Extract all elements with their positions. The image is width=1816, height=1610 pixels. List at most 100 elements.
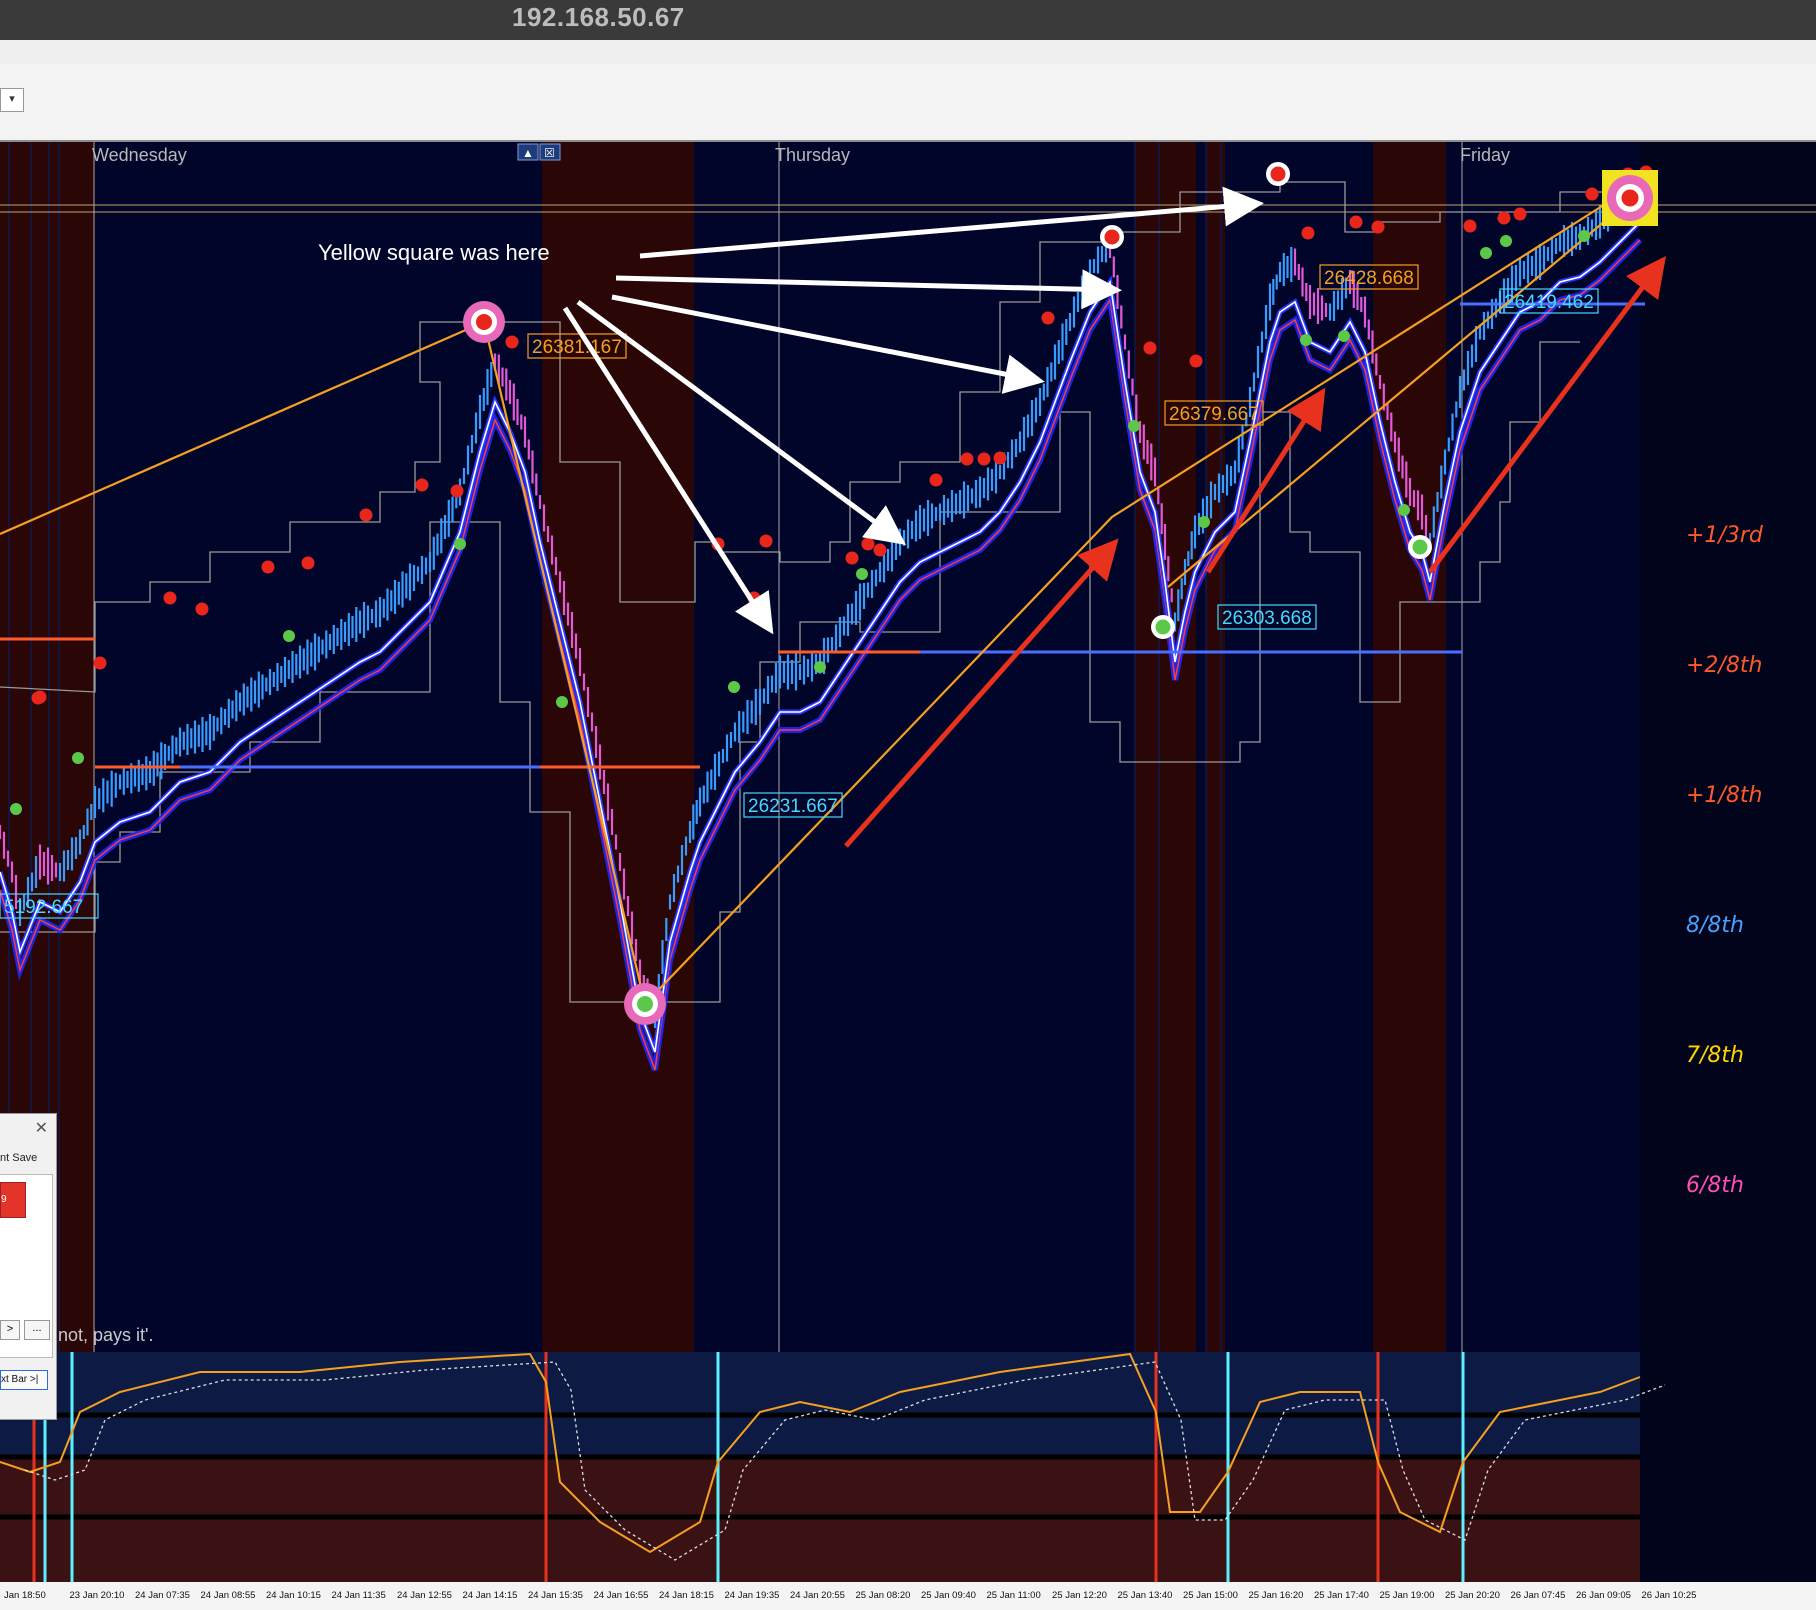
buy-signal-dot bbox=[283, 630, 295, 642]
time-label: 24 Jan 10:15 bbox=[266, 1590, 321, 1601]
save-button[interactable]: nt Save bbox=[0, 1152, 37, 1164]
time-label: 25 Jan 19:00 bbox=[1380, 1590, 1435, 1601]
price-label: 26381.167 bbox=[532, 337, 622, 358]
sell-signal-dot bbox=[960, 452, 974, 466]
close-icon[interactable]: ✕ bbox=[35, 1118, 48, 1138]
pivot-low-marker bbox=[637, 996, 653, 1012]
window-title: 192.168.50.67 bbox=[512, 2, 685, 32]
fraction-level-label: 8/8th bbox=[1686, 913, 1744, 938]
time-label: 25 Jan 11:00 bbox=[987, 1590, 1041, 1601]
sell-signal-dot bbox=[1585, 187, 1599, 201]
time-label: 25 Jan 09:40 bbox=[921, 1590, 976, 1601]
sell-signal-dot bbox=[993, 451, 1007, 465]
pivot-high-marker bbox=[476, 314, 492, 330]
trade-panel: ✕ nt Save 9 > ... xt Bar >| bbox=[0, 1113, 57, 1420]
fraction-level-label: +1/3rd bbox=[1686, 523, 1764, 548]
time-label: Jan 18:50 bbox=[4, 1590, 46, 1601]
price-chart[interactable]: Wednesday Thursday Friday ▲ ☒ 26381.167 26231.… bbox=[0, 142, 1816, 1610]
time-label: 24 Jan 11:35 bbox=[332, 1590, 386, 1601]
session-divider bbox=[1220, 142, 1222, 1352]
sell-signal-dot bbox=[1371, 220, 1385, 234]
sell-signal-dot bbox=[759, 534, 773, 548]
day-label: Friday bbox=[1460, 145, 1510, 165]
time-label: 24 Jan 14:15 bbox=[463, 1590, 518, 1601]
buy-signal-dot bbox=[1198, 516, 1210, 528]
sell-signal-dot bbox=[1513, 207, 1527, 221]
buy-signal-dot bbox=[1338, 330, 1350, 342]
sell-signal-dot bbox=[1463, 219, 1477, 233]
sell-signal-dot bbox=[1497, 211, 1511, 225]
buy-signal-dot bbox=[72, 752, 84, 764]
price-label: 26428.668 bbox=[1324, 268, 1414, 289]
sell-signal-dot bbox=[845, 551, 859, 565]
sell-signal-dot bbox=[163, 591, 177, 605]
time-label: 26 Jan 07:45 bbox=[1511, 1590, 1566, 1601]
session-zone bbox=[542, 142, 694, 1352]
time-label: 24 Jan 15:35 bbox=[528, 1590, 583, 1601]
next-button[interactable]: > bbox=[0, 1320, 20, 1340]
session-zone bbox=[1134, 142, 1196, 1352]
fraction-level-label: 6/8th bbox=[1686, 1173, 1744, 1198]
time-label: 25 Jan 08:20 bbox=[856, 1590, 911, 1601]
time-label: 24 Jan 19:35 bbox=[725, 1590, 780, 1601]
day-label: Wednesday bbox=[92, 145, 187, 165]
sell-signal-dot bbox=[861, 537, 875, 551]
time-label: 24 Jan 20:55 bbox=[790, 1590, 845, 1601]
menu-strip bbox=[0, 40, 1816, 64]
buy-signal-dot bbox=[1398, 504, 1410, 516]
swing-low-marker bbox=[1412, 539, 1428, 555]
collapse-up-icon: ▲ bbox=[522, 146, 534, 160]
price-label: 26231.667 bbox=[748, 796, 838, 817]
buy-signal-dot bbox=[1578, 230, 1590, 242]
right-margin bbox=[1640, 142, 1816, 1352]
annotation-text: Yellow square was here bbox=[318, 240, 550, 265]
price-label: 26303.668 bbox=[1222, 608, 1312, 629]
buy-signal-dot bbox=[10, 803, 22, 815]
price-label: 5192.667 bbox=[4, 897, 83, 918]
sell-signal-dot bbox=[977, 452, 991, 466]
footer-note: not, pays it'. bbox=[58, 1325, 154, 1345]
time-label: 26 Jan 09:05 bbox=[1576, 1590, 1631, 1601]
swing-low-marker bbox=[1155, 619, 1171, 635]
session-divider bbox=[1158, 142, 1160, 1352]
time-label: 25 Jan 17:40 bbox=[1314, 1590, 1369, 1601]
time-label: 25 Jan 15:00 bbox=[1183, 1590, 1238, 1601]
fraction-level-label: +2/8th bbox=[1686, 653, 1762, 678]
day-label: Thursday bbox=[775, 145, 850, 165]
time-label: 24 Jan 18:15 bbox=[659, 1590, 714, 1601]
toolbar: ▾ bbox=[0, 64, 1816, 142]
sell-signal-dot bbox=[93, 656, 107, 670]
swing-high-marker bbox=[1270, 166, 1286, 182]
current-pivot-marker bbox=[1621, 189, 1639, 207]
session-divider bbox=[1134, 142, 1136, 1352]
buy-signal-dot bbox=[1500, 235, 1512, 247]
sell-signal-dot bbox=[261, 560, 275, 574]
next-bar-button[interactable]: xt Bar >| bbox=[0, 1370, 48, 1390]
sell-signal-dot bbox=[1301, 226, 1315, 240]
buy-signal-dot bbox=[1128, 420, 1140, 432]
time-label: 24 Jan 07:35 bbox=[135, 1590, 190, 1601]
sell-signal-dot bbox=[1041, 311, 1055, 325]
time-label: 24 Jan 08:55 bbox=[201, 1590, 256, 1601]
value-swatch[interactable]: 9 bbox=[0, 1182, 26, 1218]
buy-signal-dot bbox=[454, 538, 466, 550]
session-divider bbox=[1205, 142, 1207, 1352]
window-titlebar: 192.168.50.67 bbox=[0, 0, 1816, 41]
more-button[interactable]: ... bbox=[24, 1320, 50, 1340]
sell-signal-dot bbox=[505, 335, 519, 349]
swing-high-marker bbox=[1104, 229, 1120, 245]
time-label: 25 Jan 20:20 bbox=[1445, 1590, 1500, 1601]
time-label: 24 Jan 12:55 bbox=[397, 1590, 452, 1601]
toolbar-dropdown-button[interactable]: ▾ bbox=[0, 88, 24, 112]
sell-signal-dot bbox=[1143, 341, 1157, 355]
chart-background bbox=[0, 142, 1816, 1352]
fraction-level-label: 7/8th bbox=[1686, 1043, 1744, 1068]
sell-signal-dot bbox=[415, 478, 429, 492]
time-label: 25 Jan 16:20 bbox=[1249, 1590, 1304, 1601]
sell-signal-dot bbox=[873, 543, 887, 557]
buy-signal-dot bbox=[1300, 334, 1312, 346]
sell-signal-dot bbox=[33, 690, 47, 704]
time-label: 24 Jan 16:55 bbox=[594, 1590, 649, 1601]
buy-signal-dot bbox=[1480, 247, 1492, 259]
session-zone bbox=[1373, 142, 1446, 1352]
